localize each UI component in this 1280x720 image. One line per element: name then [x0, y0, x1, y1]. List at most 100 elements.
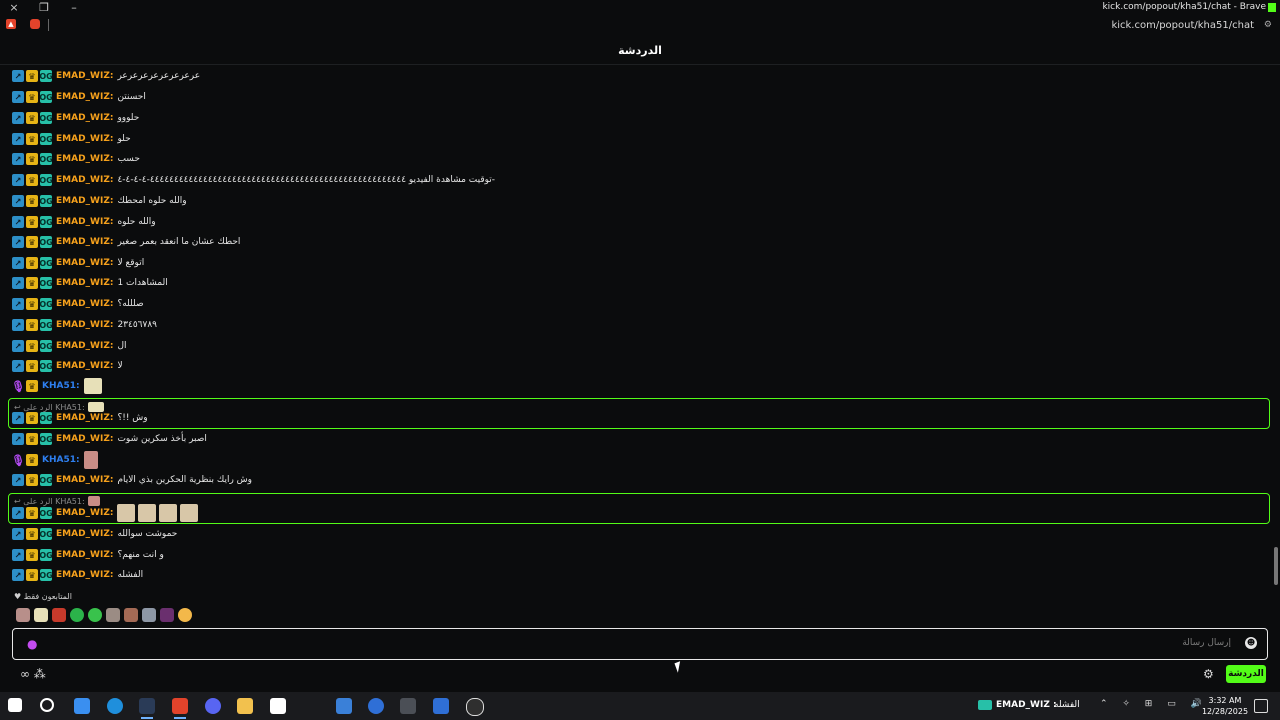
- brave-rewards-icon[interactable]: [30, 19, 40, 29]
- chat-message[interactable]: ↗ ♛ OG EMAD_WIZ: حلووو: [12, 110, 139, 126]
- discord-icon[interactable]: [205, 698, 221, 714]
- username[interactable]: KHA51:: [42, 381, 80, 391]
- copilot-icon[interactable]: [74, 698, 90, 714]
- username[interactable]: EMAD_WIZ:: [56, 237, 113, 247]
- subscriber-badge-icon: ↗: [12, 412, 24, 424]
- chat-settings-icon[interactable]: ⚙: [1203, 667, 1214, 681]
- username[interactable]: EMAD_WIZ:: [56, 278, 113, 288]
- crown-badge-icon: ♛: [26, 257, 38, 269]
- scrollbar-thumb[interactable]: [1274, 547, 1278, 585]
- quick-emote[interactable]: [124, 608, 138, 622]
- quick-emote[interactable]: [34, 608, 48, 622]
- app-icon[interactable]: [400, 698, 416, 714]
- username[interactable]: EMAD_WIZ:: [56, 196, 113, 206]
- brave-icon[interactable]: [172, 698, 188, 714]
- now-playing-widget[interactable]: EMAD_WIZ :: [978, 700, 1057, 710]
- microsoft-store-icon[interactable]: [270, 698, 286, 714]
- notification-icon[interactable]: [1254, 699, 1268, 713]
- chat-message[interactable]: ↗ ♛ OG EMAD_WIZ: وش !!؟: [12, 410, 148, 426]
- points-icon[interactable]: ∞ ⁂: [20, 667, 46, 681]
- emote-image[interactable]: [83, 378, 102, 394]
- clock[interactable]: 3:32 AM 12/28/2025: [1200, 695, 1250, 717]
- chat-message[interactable]: ↗ ♛ OG EMAD_WIZ: ال: [12, 338, 127, 354]
- quick-emote[interactable]: [70, 608, 84, 622]
- start-icon[interactable]: [8, 698, 22, 712]
- chat-message[interactable]: ↗ ♛ OG EMAD_WIZ:: [12, 504, 201, 522]
- emoji-picker-icon[interactable]: ☻: [1245, 637, 1257, 649]
- username[interactable]: EMAD_WIZ:: [56, 550, 113, 560]
- chat-message[interactable]: ↗ ♛ OG EMAD_WIZ: حسب: [12, 151, 140, 167]
- chat-message[interactable]: ↗ ♛ OG EMAD_WIZ: احسنتن: [12, 89, 146, 105]
- emote-image[interactable]: [83, 451, 98, 469]
- username[interactable]: EMAD_WIZ:: [56, 299, 113, 309]
- username[interactable]: EMAD_WIZ:: [56, 475, 113, 485]
- chat-message[interactable]: ↗ ♛ OG EMAD_WIZ: 2٣٤٥٦٧٨٩: [12, 317, 157, 333]
- username[interactable]: EMAD_WIZ:: [56, 508, 113, 518]
- chat-message[interactable]: ↗ ♛ OG EMAD_WIZ: و انت منهم؟: [12, 547, 164, 563]
- system-tray-icons[interactable]: ⌃ ✧ ⊞ ▭ 🔊: [1100, 699, 1208, 709]
- steam-icon[interactable]: [139, 698, 155, 714]
- subscriber-badge-icon: ↗: [12, 216, 24, 228]
- username[interactable]: EMAD_WIZ:: [56, 434, 113, 444]
- minimize-window-icon[interactable]: –: [66, 0, 82, 16]
- quick-emote[interactable]: [142, 608, 156, 622]
- quick-emote[interactable]: [160, 608, 174, 622]
- quick-emote[interactable]: [178, 608, 192, 622]
- close-window-icon[interactable]: ×: [6, 0, 22, 16]
- username[interactable]: EMAD_WIZ:: [56, 113, 113, 123]
- chat-message[interactable]: ↗ ♛ OG EMAD_WIZ: اصبر بأخذ سكرين شوت: [12, 431, 207, 447]
- chat-message[interactable]: ↗ ♛ OG EMAD_WIZ: الفشله: [12, 567, 143, 583]
- obs-icon[interactable]: [466, 698, 484, 716]
- app-icon[interactable]: [368, 698, 384, 714]
- username[interactable]: EMAD_WIZ:: [56, 71, 113, 81]
- chat-message[interactable]: ↗ ♛ OG EMAD_WIZ: والله حلوه: [12, 214, 156, 230]
- search-icon[interactable]: [40, 698, 54, 712]
- microphone-icon[interactable]: ●: [27, 637, 37, 651]
- chat-message-input[interactable]: ● إرسال رسالة ☻: [12, 628, 1268, 660]
- username[interactable]: EMAD_WIZ:: [56, 217, 113, 227]
- edge-icon[interactable]: [107, 698, 123, 714]
- username[interactable]: EMAD_WIZ:: [56, 154, 113, 164]
- quick-emote[interactable]: [106, 608, 120, 622]
- username[interactable]: KHA51:: [42, 455, 80, 465]
- username[interactable]: EMAD_WIZ:: [56, 92, 113, 102]
- chat-message[interactable]: ↗ ♛ OG EMAD_WIZ: احطك عشان ما انعقد بعمر…: [12, 234, 240, 250]
- chat-message[interactable]: ↗ ♛ OG EMAD_WIZ: صللله؟: [12, 296, 144, 312]
- chat-message[interactable]: ↗ ♛ OG EMAD_WIZ: اتوقع لا: [12, 255, 144, 271]
- chat-message[interactable]: ↗ ♛ OG EMAD_WIZ: حلو: [12, 131, 131, 147]
- send-chat-button[interactable]: الدردشة: [1226, 665, 1266, 683]
- chat-message[interactable]: ↗ ♛ OG EMAD_WIZ: المشاهدات 1: [12, 275, 168, 291]
- username[interactable]: EMAD_WIZ:: [56, 341, 113, 351]
- username[interactable]: EMAD_WIZ:: [56, 529, 113, 539]
- emote-image[interactable]: [159, 504, 178, 522]
- site-settings-icon[interactable]: ⚙: [1264, 20, 1272, 30]
- file-explorer-icon[interactable]: [237, 698, 253, 714]
- chat-message[interactable]: 🎙 ♛ KHA51:: [11, 377, 105, 395]
- chat-messages[interactable]: ↗ ♛ OG EMAD_WIZ: عرعرعرعرعرعرعرعر ↗ ♛ OG…: [0, 66, 1280, 586]
- chat-message[interactable]: ↗ ♛ OG EMAD_WIZ: حموشت سوالله: [12, 526, 177, 542]
- username[interactable]: EMAD_WIZ:: [56, 570, 113, 580]
- username[interactable]: EMAD_WIZ:: [56, 361, 113, 371]
- chat-message[interactable]: ↗ ♛ OG EMAD_WIZ: وش رايك بنظرية الحكرين …: [12, 472, 252, 488]
- emote-image[interactable]: [117, 504, 136, 522]
- quick-emote[interactable]: [88, 608, 102, 622]
- username[interactable]: EMAD_WIZ:: [56, 413, 113, 423]
- emote-image[interactable]: [138, 504, 157, 522]
- restore-window-icon[interactable]: ❐: [36, 0, 52, 16]
- quick-emote[interactable]: [16, 608, 30, 622]
- username[interactable]: EMAD_WIZ:: [56, 258, 113, 268]
- app-icon[interactable]: [433, 698, 449, 714]
- chat-message[interactable]: ↗ ♛ OG EMAD_WIZ: والله حلوه امحطك: [12, 193, 187, 209]
- chat-message[interactable]: 🎙 ♛ KHA51:: [11, 451, 101, 469]
- mail-icon[interactable]: [336, 698, 352, 714]
- url-text[interactable]: kick.com/popout/kha51/chat: [1111, 20, 1254, 31]
- chat-message[interactable]: ↗ ♛ OG EMAD_WIZ: توقيت مشاهدة الفيديو ٤٤…: [12, 172, 495, 188]
- username[interactable]: EMAD_WIZ:: [56, 175, 113, 185]
- quick-emote[interactable]: [52, 608, 66, 622]
- chat-message[interactable]: ↗ ♛ OG EMAD_WIZ: عرعرعرعرعرعرعرعر: [12, 68, 200, 84]
- emote-image[interactable]: [180, 504, 199, 522]
- username[interactable]: EMAD_WIZ:: [56, 134, 113, 144]
- username[interactable]: EMAD_WIZ:: [56, 320, 113, 330]
- chat-message[interactable]: ↗ ♛ OG EMAD_WIZ: لا: [12, 358, 123, 374]
- brave-shield-icon[interactable]: ▲: [6, 19, 16, 29]
